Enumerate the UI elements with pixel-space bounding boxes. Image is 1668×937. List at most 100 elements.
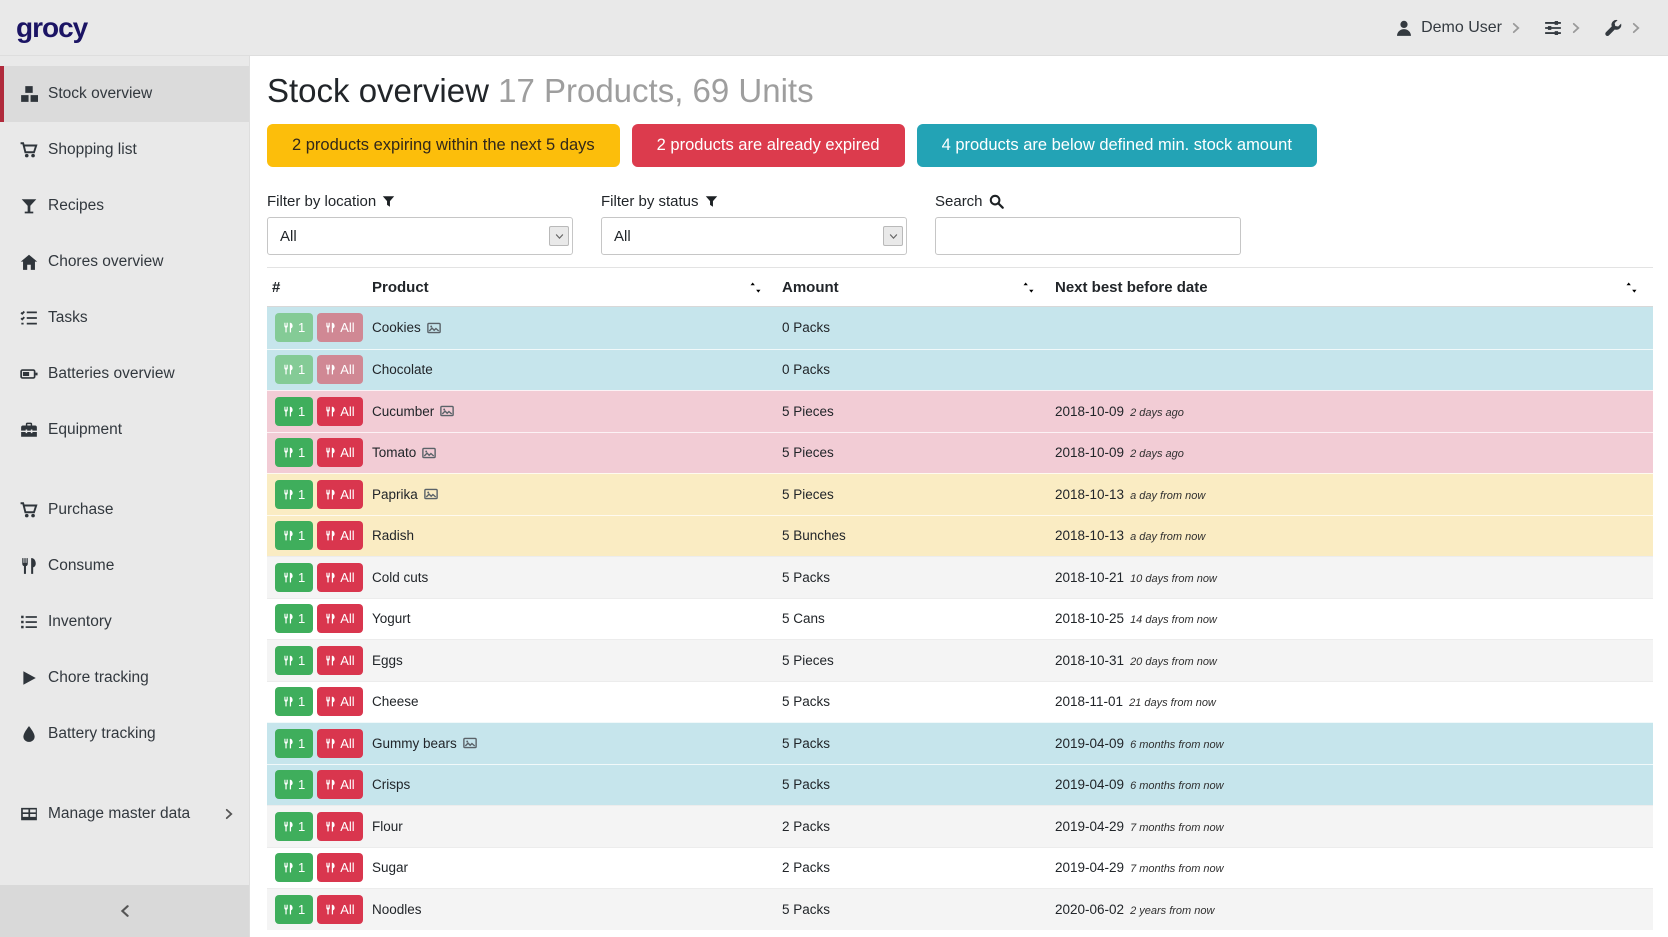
best-before-date: 2018-10-21: [1055, 570, 1124, 585]
sidebar-collapse-button[interactable]: [0, 885, 249, 937]
consume-one-button[interactable]: 1: [275, 521, 313, 550]
sidebar-item-purchase[interactable]: Purchase: [0, 482, 249, 538]
table-row[interactable]: 1 All Paprika 5 Pieces 2018-10-13 a day …: [267, 473, 1653, 515]
consume-one-button[interactable]: 1: [275, 397, 313, 426]
top-navbar: grocy Demo User: [0, 0, 1668, 56]
product-image-icon[interactable]: [422, 446, 436, 460]
sidebar-item-battery-tracking[interactable]: Battery tracking: [0, 706, 249, 762]
sidebar-item-equipment[interactable]: Equipment: [0, 402, 249, 458]
sidebar-item-stock-overview[interactable]: Stock overview: [0, 66, 249, 122]
date-cell: 2020-06-02 2 years from now: [1050, 902, 1653, 917]
status-select[interactable]: All: [601, 217, 907, 255]
table-row[interactable]: 1 All Radish 5 Bunches 2018-10-13 a day …: [267, 515, 1653, 557]
consume-one-button[interactable]: 1: [275, 604, 313, 633]
product-cell: Sugar: [367, 860, 777, 875]
sort-icon[interactable]: [748, 280, 763, 295]
relative-time: 7 months from now: [1130, 822, 1224, 834]
row-actions: 1 All: [267, 438, 367, 467]
settings-menu[interactable]: [1544, 19, 1582, 37]
table-row[interactable]: 1 All Noodles 5 Packs 2020-06-02 2 years…: [267, 888, 1653, 930]
table-row[interactable]: 1 All Cold cuts 5 Packs 2018-10-21 10 da…: [267, 556, 1653, 598]
row-actions: 1 All: [267, 480, 367, 509]
utensils-icon: [325, 613, 336, 624]
consume-all-button[interactable]: All: [317, 355, 362, 384]
consume-all-button[interactable]: All: [317, 563, 362, 592]
table-row[interactable]: 1 All Gummy bears 5 Packs 2019-04-09 6 m…: [267, 722, 1653, 764]
table-row[interactable]: 1 All Tomato 5 Pieces 2018-10-09 2 days …: [267, 432, 1653, 474]
below-min-stock-button[interactable]: 4 products are below defined min. stock …: [917, 124, 1317, 167]
column-header-amount[interactable]: Amount: [777, 279, 1050, 296]
consume-one-button[interactable]: 1: [275, 770, 313, 799]
product-cell: Flour: [367, 819, 777, 834]
sidebar-item-chore-tracking[interactable]: Chore tracking: [0, 650, 249, 706]
product-cell: Tomato: [367, 445, 777, 460]
date-cell: 2018-10-09 2 days ago: [1050, 445, 1653, 460]
sort-icon[interactable]: [1021, 280, 1036, 295]
table-row[interactable]: 1 All Cookies 0 Packs: [267, 307, 1653, 349]
sidebar-item-recipes[interactable]: Recipes: [0, 178, 249, 234]
product-image-icon[interactable]: [424, 487, 438, 501]
consume-all-button[interactable]: All: [317, 646, 362, 675]
utensils-icon: [325, 447, 336, 458]
admin-menu[interactable]: [1604, 19, 1642, 37]
sidebar-item-shopping-list[interactable]: Shopping list: [0, 122, 249, 178]
consume-one-button[interactable]: 1: [275, 355, 313, 384]
consume-one-button[interactable]: 1: [275, 313, 313, 342]
sidebar-item-inventory[interactable]: Inventory: [0, 594, 249, 650]
consume-all-button[interactable]: All: [317, 438, 362, 467]
product-name: Cheese: [372, 694, 419, 709]
chevron-right-icon: [1630, 22, 1642, 34]
utensils-icon: [283, 572, 294, 583]
consume-all-button[interactable]: All: [317, 895, 362, 924]
consume-all-button[interactable]: All: [317, 812, 362, 841]
consume-one-button[interactable]: 1: [275, 687, 313, 716]
relative-time: 14 days from now: [1130, 614, 1217, 626]
sidebar: Stock overview Shopping list Recipes Cho…: [0, 56, 250, 937]
consume-all-button[interactable]: All: [317, 687, 362, 716]
product-image-icon[interactable]: [440, 404, 454, 418]
table-row[interactable]: 1 All Sugar 2 Packs 2019-04-29 7 months …: [267, 847, 1653, 889]
search-input[interactable]: [935, 217, 1241, 255]
sort-icon-active[interactable]: [1624, 280, 1639, 295]
utensils-icon: [283, 364, 294, 375]
expired-products-button[interactable]: 2 products are already expired: [632, 124, 905, 167]
consume-one-button[interactable]: 1: [275, 438, 313, 467]
consume-one-button[interactable]: 1: [275, 729, 313, 758]
filter-icon: [382, 195, 395, 208]
consume-all-button[interactable]: All: [317, 521, 362, 550]
consume-all-button[interactable]: All: [317, 313, 362, 342]
table-row[interactable]: 1 All Yogurt 5 Cans 2018-10-25 14 days f…: [267, 598, 1653, 640]
user-menu[interactable]: Demo User: [1395, 19, 1522, 37]
sidebar-item-batteries-overview[interactable]: Batteries overview: [0, 346, 249, 402]
consume-all-button[interactable]: All: [317, 853, 362, 882]
consume-one-button[interactable]: 1: [275, 646, 313, 675]
location-select[interactable]: All: [267, 217, 573, 255]
table-row[interactable]: 1 All Flour 2 Packs 2019-04-29 7 months …: [267, 805, 1653, 847]
consume-one-button[interactable]: 1: [275, 812, 313, 841]
consume-all-button[interactable]: All: [317, 729, 362, 758]
table-row[interactable]: 1 All Cheese 5 Packs 2018-11-01 21 days …: [267, 681, 1653, 723]
consume-all-button[interactable]: All: [317, 480, 362, 509]
product-image-icon[interactable]: [463, 736, 477, 750]
product-image-icon[interactable]: [427, 321, 441, 335]
consume-one-button[interactable]: 1: [275, 480, 313, 509]
sidebar-item-tasks[interactable]: Tasks: [0, 290, 249, 346]
expiring-products-button[interactable]: 2 products expiring within the next 5 da…: [267, 124, 620, 167]
consume-all-button[interactable]: All: [317, 604, 362, 633]
consume-one-button[interactable]: 1: [275, 853, 313, 882]
table-row[interactable]: 1 All Cucumber 5 Pieces 2018-10-09 2 day…: [267, 390, 1653, 432]
product-name: Paprika: [372, 487, 418, 502]
sidebar-item-chores-overview[interactable]: Chores overview: [0, 234, 249, 290]
consume-one-button[interactable]: 1: [275, 563, 313, 592]
sidebar-item-manage-master-data[interactable]: Manage master data: [0, 786, 249, 842]
column-header-date[interactable]: Next best before date: [1050, 279, 1653, 296]
column-header-product[interactable]: Product: [367, 279, 777, 296]
table-row[interactable]: 1 All Eggs 5 Pieces 2018-10-31 20 days f…: [267, 639, 1653, 681]
consume-one-button[interactable]: 1: [275, 895, 313, 924]
table-row[interactable]: 1 All Chocolate 0 Packs: [267, 349, 1653, 391]
utensils-icon: [325, 904, 336, 915]
consume-all-button[interactable]: All: [317, 770, 362, 799]
table-row[interactable]: 1 All Crisps 5 Packs 2019-04-09 6 months…: [267, 764, 1653, 806]
consume-all-button[interactable]: All: [317, 397, 362, 426]
sidebar-item-consume[interactable]: Consume: [0, 538, 249, 594]
